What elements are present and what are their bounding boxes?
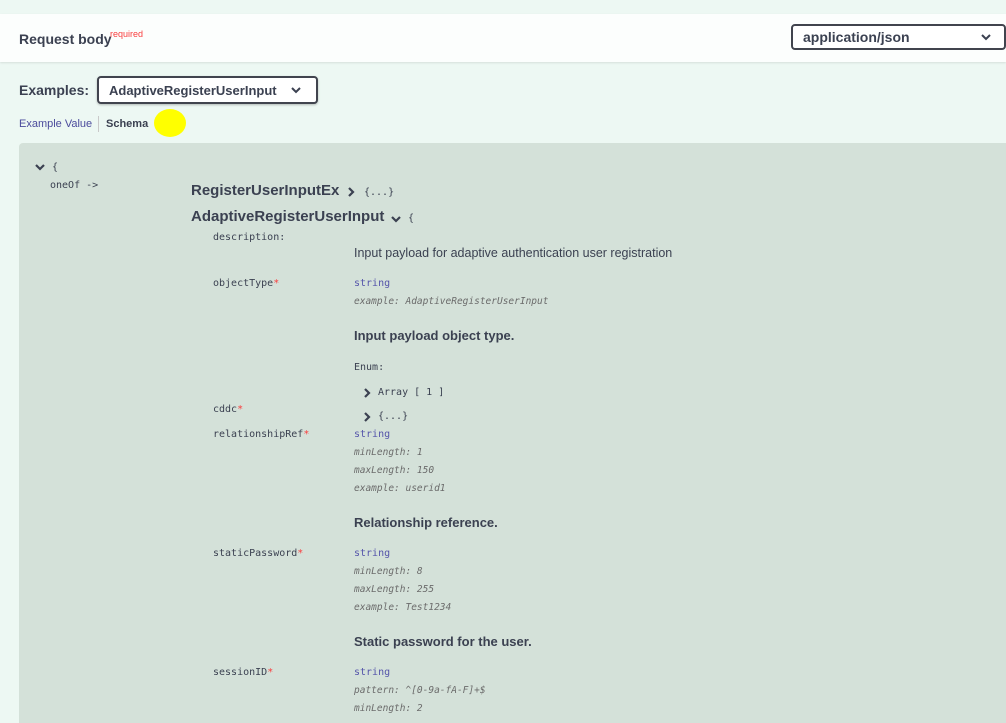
expand-model-toggle[interactable] — [345, 185, 357, 203]
root-brace: { — [52, 162, 59, 173]
property-name-relationshipref: relationshipRef* — [213, 429, 310, 440]
property-maxlength: maxLength: 255 — [354, 584, 435, 595]
property-type: string — [354, 429, 391, 440]
request-body-title: Request body — [19, 31, 112, 47]
required-label: required — [110, 29, 144, 39]
property-type: string — [354, 667, 391, 678]
content-type-select[interactable]: application/json — [791, 24, 1006, 50]
property-description: Static password for the user. — [354, 634, 532, 649]
model-description: Input payload for adaptive authenticatio… — [354, 246, 673, 260]
property-type: string — [354, 278, 391, 289]
property-minlength: minLength: 1 — [354, 447, 423, 458]
property-pattern: pattern: ^[0-9a-fA-F]+$ — [354, 685, 486, 696]
chevron-down-icon — [391, 216, 401, 223]
cursor-highlight — [154, 109, 186, 137]
content-type-value: application/json — [803, 29, 910, 45]
property-name-objecttype: objectType* — [213, 278, 280, 289]
collapsed-model-summary: {...} — [364, 187, 395, 198]
property-name-staticpassword: staticPassword* — [213, 548, 304, 559]
tab-divider — [98, 116, 99, 132]
property-description: Input payload object type. — [354, 328, 515, 343]
chevron-down-icon — [35, 164, 45, 171]
chevron-right-icon — [364, 388, 371, 398]
tab-example-value[interactable]: Example Value — [19, 118, 92, 130]
chevron-down-icon — [290, 84, 302, 99]
property-description: Relationship reference. — [354, 515, 498, 530]
enum-expand-toggle[interactable] — [361, 386, 373, 404]
examples-select[interactable]: AdaptiveRegisterUserInput — [97, 76, 318, 104]
enum-summary: Array [ 1 ] — [378, 387, 445, 398]
property-example: example: userid1 — [354, 483, 446, 494]
property-example: example: AdaptiveRegisterUserInput — [354, 296, 549, 307]
cddc-expand-toggle[interactable] — [361, 410, 373, 428]
property-minlength: minLength: 8 — [354, 566, 423, 577]
chevron-right-icon — [364, 412, 371, 422]
description-key: description: — [213, 232, 286, 243]
tab-schema[interactable]: Schema — [106, 118, 148, 130]
enum-label: Enum: — [354, 362, 385, 373]
examples-label: Examples: — [19, 82, 90, 98]
property-name-sessionid: sessionID* — [213, 667, 274, 678]
schema-panel: { oneOf -> RegisterUserInputEx {...} Ada… — [19, 143, 1006, 723]
collapse-model-toggle[interactable] — [390, 212, 402, 230]
property-type: string — [354, 548, 391, 559]
model-brace: { — [408, 213, 415, 224]
examples-selected-value: AdaptiveRegisterUserInput — [109, 83, 277, 98]
root-collapse-toggle[interactable] — [34, 160, 46, 178]
model-name-adaptive-register-user-input[interactable]: AdaptiveRegisterUserInput — [191, 208, 384, 225]
request-body-header: Request body required application/json — [0, 14, 1006, 62]
cddc-summary: {...} — [378, 411, 409, 422]
oneof-label: oneOf -> — [50, 180, 99, 191]
property-example: example: Test1234 — [354, 602, 452, 613]
property-maxlength: maxLength: 150 — [354, 465, 435, 476]
property-name-cddc: cddc* — [213, 404, 244, 415]
chevron-down-icon — [980, 30, 992, 46]
property-minlength: minLength: 2 — [354, 703, 423, 714]
chevron-right-icon — [348, 187, 355, 197]
model-name-register-user-input-ex[interactable]: RegisterUserInputEx — [191, 182, 339, 199]
